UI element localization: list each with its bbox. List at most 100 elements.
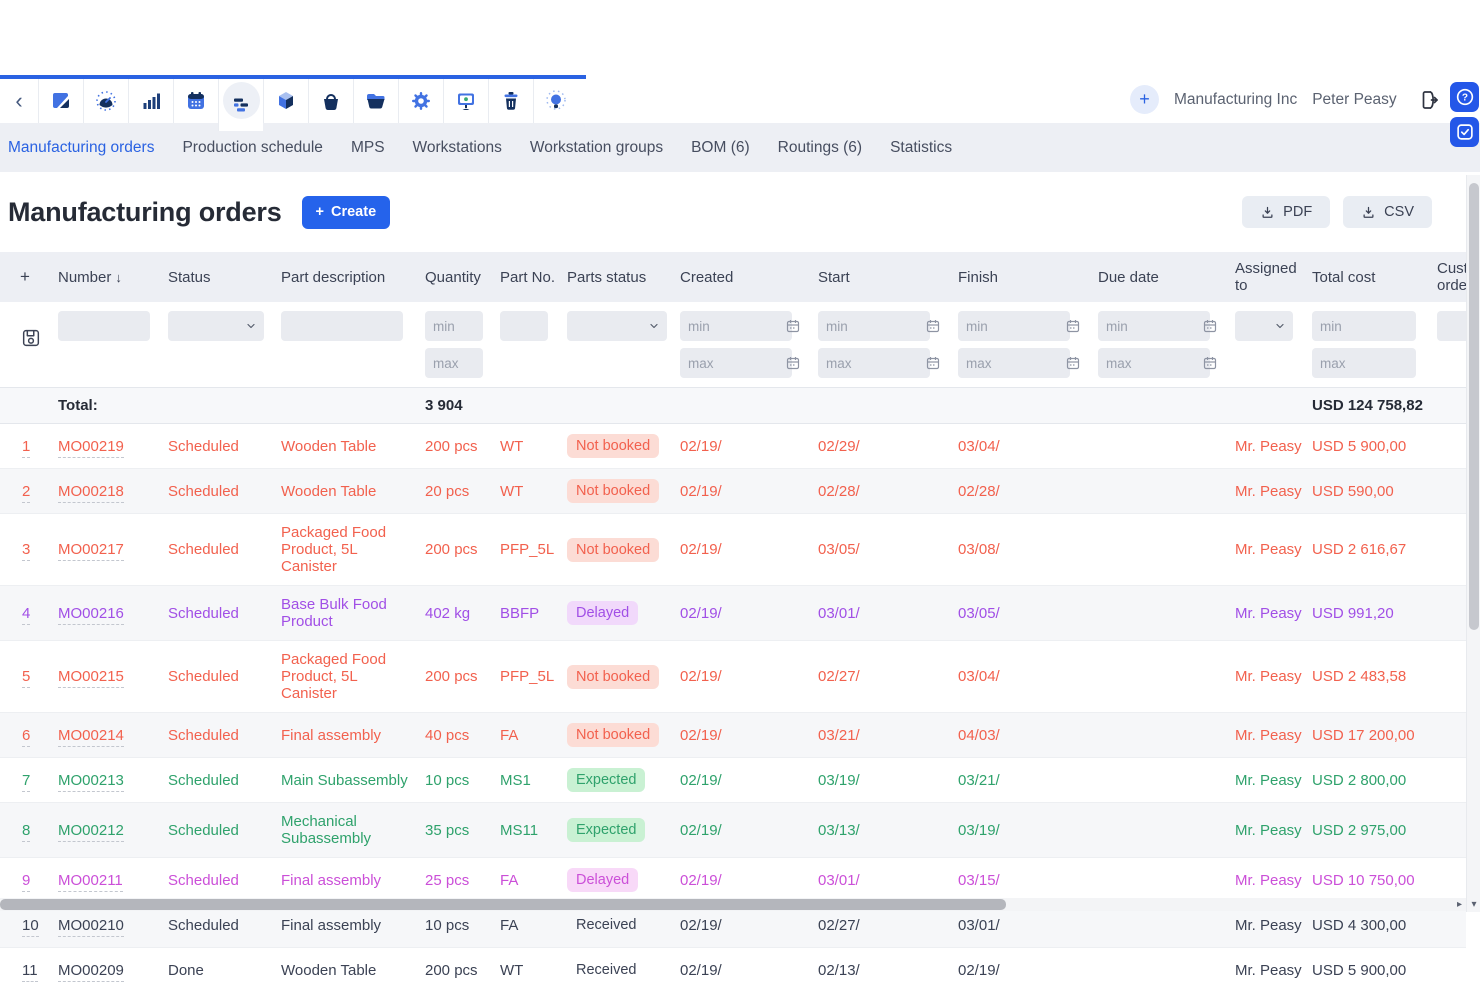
customer-order-filter-input[interactable] xyxy=(1437,311,1466,341)
help-button[interactable]: ? xyxy=(1450,82,1479,112)
order-number-link[interactable]: MO00212 xyxy=(58,822,124,842)
customer-order-column-header[interactable]: Customer order xyxy=(1437,252,1466,302)
stock-button[interactable] xyxy=(263,79,308,123)
table-row[interactable]: 4 MO00216 Scheduled Base Bulk Food Produ… xyxy=(0,586,1466,641)
vertical-scrollbar-thumb[interactable] xyxy=(1469,183,1479,630)
row-index-link[interactable]: 6 xyxy=(22,727,30,747)
finish-max-filter-input[interactable] xyxy=(958,348,1070,378)
due-date-max-filter-input[interactable] xyxy=(1098,348,1210,378)
order-number-link[interactable]: MO00211 xyxy=(58,872,123,892)
table-row[interactable]: 1 MO00219 Scheduled Wooden Table 200 pcs… xyxy=(0,424,1466,469)
nav-tab-2[interactable]: MPS xyxy=(351,139,385,157)
row-index-link[interactable]: 4 xyxy=(22,605,30,625)
table-row[interactable]: 8 MO00212 Scheduled Mechanical Subassemb… xyxy=(0,803,1466,858)
row-index-link[interactable]: 10 xyxy=(22,917,39,937)
table-row[interactable]: 11 MO00209 Done Wooden Table 200 pcs WT … xyxy=(0,948,1466,987)
start-min-filter-input[interactable] xyxy=(818,311,930,341)
vertical-scrollbar[interactable]: ▾ xyxy=(1466,175,1480,912)
back-button[interactable]: ‹ xyxy=(0,79,38,123)
row-index-link[interactable]: 1 xyxy=(22,438,30,458)
total-cost-column-header[interactable]: Total cost xyxy=(1312,252,1437,302)
logout-button[interactable] xyxy=(1418,88,1442,112)
row-index-link[interactable]: 3 xyxy=(22,541,30,561)
order-number-link[interactable]: MO00210 xyxy=(58,917,124,937)
quantity-column-header[interactable]: Quantity xyxy=(425,252,500,302)
order-number-link[interactable]: MO00215 xyxy=(58,668,124,688)
table-row[interactable]: 7 MO00213 Scheduled Main Subassembly 10 … xyxy=(0,758,1466,803)
start-max-filter-input[interactable] xyxy=(818,348,930,378)
created-column-header[interactable]: Created xyxy=(680,252,818,302)
nav-tab-5[interactable]: BOM (6) xyxy=(691,139,750,157)
number-column-header[interactable]: Number↓ xyxy=(58,252,168,302)
crm-button[interactable] xyxy=(353,79,398,123)
nav-tab-3[interactable]: Workstations xyxy=(413,139,502,157)
order-number-link[interactable]: MO00216 xyxy=(58,605,124,625)
row-index-link[interactable]: 8 xyxy=(22,822,30,842)
manufacturing-orders-button[interactable] xyxy=(218,79,263,131)
ideas-button[interactable] xyxy=(533,79,578,123)
due-date-column-header[interactable]: Due date xyxy=(1098,252,1235,302)
total-cost-min-filter-input[interactable] xyxy=(1312,311,1416,341)
status-filter-select[interactable] xyxy=(168,311,264,341)
procurement-button[interactable] xyxy=(308,79,353,123)
row-index-link[interactable]: 11 xyxy=(22,962,38,982)
table-row[interactable]: 5 MO00215 Scheduled Packaged Food Produc… xyxy=(0,641,1466,713)
table-row[interactable]: 6 MO00214 Scheduled Final assembly 40 pc… xyxy=(0,713,1466,758)
row-index-link[interactable]: 9 xyxy=(22,872,30,892)
bar-chart-button[interactable] xyxy=(128,79,173,123)
reports-button[interactable] xyxy=(443,79,488,123)
number-filter-input[interactable] xyxy=(58,311,150,341)
order-number-link[interactable]: MO00217 xyxy=(58,541,124,561)
row-index-link[interactable]: 2 xyxy=(22,483,30,503)
table-row[interactable]: 3 MO00217 Scheduled Packaged Food Produc… xyxy=(0,514,1466,586)
status-column-header[interactable]: Status xyxy=(168,252,281,302)
total-cost-max-filter-input[interactable] xyxy=(1312,348,1416,378)
tasks-button[interactable] xyxy=(1450,117,1479,147)
order-number-link[interactable]: MO00219 xyxy=(58,438,124,458)
nav-tab-4[interactable]: Workstation groups xyxy=(530,139,663,157)
assigned-to-filter-select[interactable] xyxy=(1235,311,1293,341)
finish-min-filter-input[interactable] xyxy=(958,311,1070,341)
nav-tab-1[interactable]: Production schedule xyxy=(182,139,322,157)
part-no-filter-input[interactable] xyxy=(500,311,548,341)
order-number-link[interactable]: MO00213 xyxy=(58,772,124,792)
maintenance-button[interactable] xyxy=(488,79,533,123)
nav-tab-6[interactable]: Routings (6) xyxy=(778,139,862,157)
calendar-button[interactable] xyxy=(173,79,218,123)
part-no-column-header[interactable]: Part No. xyxy=(500,252,567,302)
order-number-link[interactable]: MO00218 xyxy=(58,483,124,503)
table-row[interactable]: 9 MO00211 Scheduled Final assembly 25 pc… xyxy=(0,858,1466,903)
parts-status-column-header[interactable]: Parts status xyxy=(567,252,680,302)
scroll-right-arrow-icon[interactable]: ▸ xyxy=(1457,898,1462,911)
export-pdf-button[interactable]: PDF xyxy=(1242,196,1330,228)
scroll-down-arrow-icon[interactable]: ▾ xyxy=(1467,899,1480,910)
horizontal-scrollbar-thumb[interactable] xyxy=(0,899,1006,910)
order-number-link[interactable]: MO00209 xyxy=(58,962,124,982)
row-index-link[interactable]: 7 xyxy=(22,772,30,792)
order-number-link[interactable]: MO00214 xyxy=(58,727,124,747)
finish-column-header[interactable]: Finish xyxy=(958,252,1098,302)
quantity-max-filter-input[interactable] xyxy=(425,348,483,378)
settings-button[interactable] xyxy=(398,79,443,123)
user-name[interactable]: Peter Peasy xyxy=(1312,91,1396,109)
horizontal-scrollbar[interactable]: ▸ xyxy=(0,898,1466,911)
nav-tab-0[interactable]: Manufacturing orders xyxy=(8,139,154,157)
company-name[interactable]: Manufacturing Inc xyxy=(1174,91,1297,109)
row-index-link[interactable]: 5 xyxy=(22,668,30,688)
save-filter-button[interactable] xyxy=(20,327,42,352)
dashboard-button[interactable] xyxy=(38,79,83,123)
created-max-filter-input[interactable] xyxy=(680,348,792,378)
quick-add-button[interactable]: + xyxy=(1130,85,1159,114)
assigned-to-column-header[interactable]: Assigned to xyxy=(1235,252,1312,302)
part-description-filter-input[interactable] xyxy=(281,311,403,341)
gauge-button[interactable] xyxy=(83,79,128,123)
part-description-column-header[interactable]: Part description xyxy=(281,252,425,302)
due-date-min-filter-input[interactable] xyxy=(1098,311,1210,341)
create-button[interactable]: + Create xyxy=(302,196,391,229)
created-min-filter-input[interactable] xyxy=(680,311,792,341)
start-column-header[interactable]: Start xyxy=(818,252,958,302)
add-column-header[interactable]: + xyxy=(0,252,58,302)
export-csv-button[interactable]: CSV xyxy=(1343,196,1432,228)
quantity-min-filter-input[interactable] xyxy=(425,311,483,341)
table-row[interactable]: 2 MO00218 Scheduled Wooden Table 20 pcs … xyxy=(0,469,1466,514)
